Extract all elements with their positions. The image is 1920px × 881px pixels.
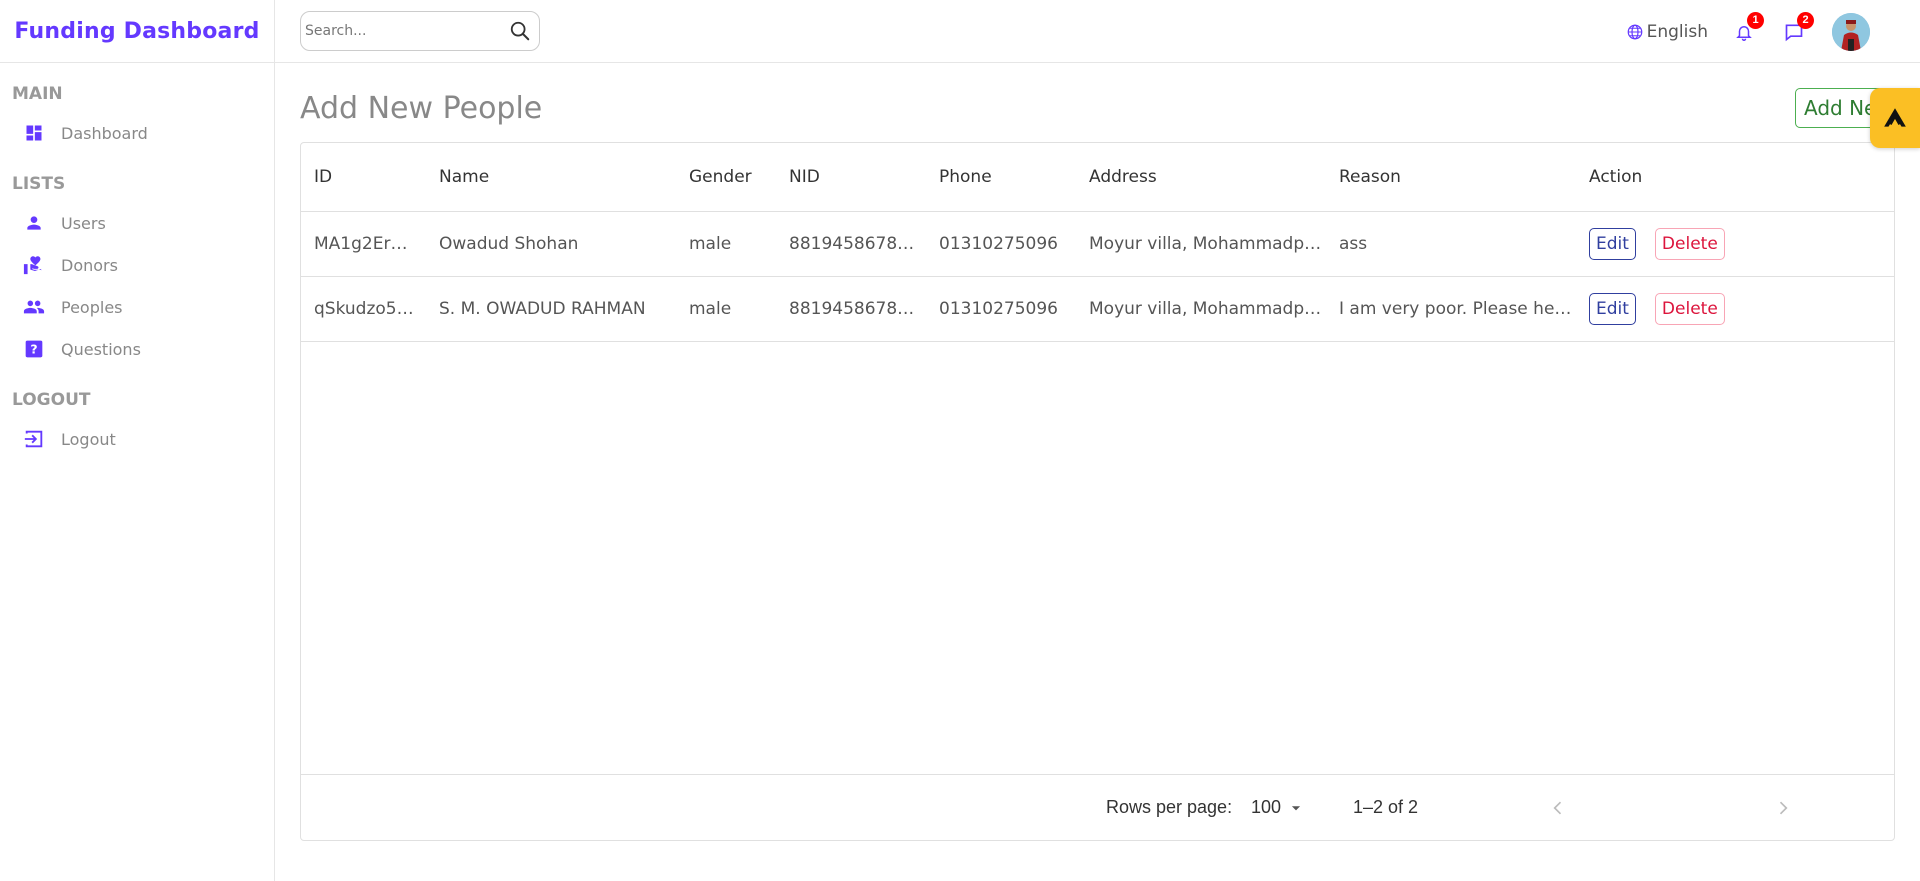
- logo-area: Funding Dashboard: [0, 0, 274, 63]
- search-input[interactable]: [305, 23, 507, 39]
- column-header-gender[interactable]: Gender: [676, 167, 776, 187]
- avatar[interactable]: [1832, 12, 1870, 51]
- page-title: Add New People: [300, 91, 543, 126]
- floating-assistant-tab[interactable]: [1870, 88, 1920, 148]
- cell-id: qSkudzo5…: [314, 299, 414, 319]
- cell-address: Moyur villa, Mohammadp…: [1089, 299, 1322, 319]
- app-root: Funding Dashboard MAIN Dashboard LISTS U…: [0, 0, 1920, 881]
- notifications-badge: 1: [1747, 11, 1764, 29]
- section-title-lists: LISTS: [12, 174, 66, 194]
- svg-text:?: ?: [30, 342, 37, 357]
- assistant-logo-icon: [1884, 108, 1906, 127]
- sidebar: Funding Dashboard MAIN Dashboard LISTS U…: [0, 0, 275, 881]
- sidebar-item-questions[interactable]: ? Questions: [0, 332, 274, 366]
- topbar-actions: English 1 2: [1626, 0, 1920, 63]
- cell-action: Edit Delete: [1576, 228, 1876, 260]
- section-title-main: MAIN: [12, 84, 63, 104]
- sidebar-item-label: Dashboard: [61, 123, 148, 143]
- sidebar-item-peoples[interactable]: Peoples: [0, 290, 274, 324]
- column-header-nid[interactable]: NID: [776, 167, 926, 187]
- column-header-id[interactable]: ID: [301, 167, 426, 187]
- search-icon[interactable]: [507, 18, 533, 44]
- caret-down-icon: [1289, 801, 1303, 815]
- people-table: ID Name Gender NID Phone Address Reason …: [300, 142, 1895, 841]
- cell-phone: 01310275096: [939, 299, 1058, 319]
- section-title-logout: LOGOUT: [12, 390, 91, 410]
- table-header: ID Name Gender NID Phone Address Reason …: [301, 143, 1894, 212]
- rows-per-page-select[interactable]: 100: [1251, 797, 1303, 818]
- question-box-icon: ?: [22, 337, 46, 361]
- logout-icon: [22, 427, 46, 451]
- sidebar-item-users[interactable]: Users: [0, 206, 274, 240]
- column-header-address[interactable]: Address: [1076, 167, 1326, 187]
- edit-button[interactable]: Edit: [1589, 228, 1636, 260]
- messages-button[interactable]: 2: [1782, 11, 1814, 44]
- chevron-right-icon: [1779, 801, 1788, 814]
- cell-name: S. M. OWADUD RAHMAN: [439, 299, 646, 319]
- cell-gender: male: [689, 299, 732, 319]
- sidebar-item-label: Peoples: [61, 297, 123, 317]
- topbar: English 1 2: [275, 0, 1920, 63]
- edit-button[interactable]: Edit: [1589, 293, 1636, 325]
- delete-button[interactable]: Delete: [1654, 228, 1725, 260]
- column-header-reason[interactable]: Reason: [1326, 167, 1576, 187]
- column-header-name[interactable]: Name: [426, 167, 676, 187]
- sidebar-item-label: Logout: [61, 429, 116, 449]
- language-selector[interactable]: English: [1626, 22, 1708, 42]
- cell-nid: 8819458678…: [789, 299, 915, 319]
- volunteer-hand-heart-icon: [22, 253, 46, 277]
- cell-phone: 01310275096: [939, 234, 1058, 254]
- cell-name: Owadud Shohan: [439, 234, 579, 254]
- cell-address: Moyur villa, Mohammadp…: [1089, 234, 1322, 254]
- column-header-action[interactable]: Action: [1576, 167, 1876, 187]
- cell-action: Edit Delete: [1576, 293, 1876, 325]
- notifications-button[interactable]: 1: [1732, 11, 1764, 44]
- rows-per-page-label: Rows per page:: [1106, 797, 1233, 817]
- cell-nid: 8819458678…: [789, 234, 915, 254]
- main-content: Add New People Add New ID Name Gender NI…: [300, 63, 1895, 881]
- table-row[interactable]: qSkudzo5… S. M. OWADUD RAHMAN male 88194…: [301, 277, 1894, 342]
- sidebar-item-dashboard[interactable]: Dashboard: [0, 116, 274, 150]
- sidebar-item-logout[interactable]: Logout: [0, 422, 274, 456]
- chevron-left-icon: [1553, 801, 1562, 814]
- messages-badge: 2: [1797, 11, 1814, 29]
- language-label: English: [1646, 21, 1708, 42]
- person-icon: [22, 211, 46, 235]
- table-footer: Rows per page: 100 1–2 of 2: [301, 774, 1894, 840]
- delete-button[interactable]: Delete: [1654, 293, 1725, 325]
- next-page-button[interactable]: [1771, 796, 1795, 820]
- sidebar-item-donors[interactable]: Donors: [0, 248, 274, 282]
- table-row[interactable]: MA1g2Er… Owadud Shohan male 8819458678… …: [301, 212, 1894, 277]
- rows-per-page-value: 100: [1251, 797, 1282, 817]
- cell-id: MA1g2Er…: [314, 234, 408, 254]
- app-logo[interactable]: Funding Dashboard: [14, 19, 259, 44]
- sidebar-item-label: Questions: [61, 339, 141, 359]
- column-header-phone[interactable]: Phone: [926, 167, 1076, 187]
- pagination-range: 1–2 of 2: [1353, 797, 1419, 817]
- cell-gender: male: [689, 234, 732, 254]
- previous-page-button[interactable]: [1546, 796, 1570, 820]
- search-box: [300, 11, 540, 51]
- sidebar-item-label: Donors: [61, 255, 118, 275]
- people-icon: [22, 295, 46, 319]
- globe-icon: [1626, 23, 1644, 41]
- dashboard-icon: [22, 121, 46, 145]
- sidebar-item-label: Users: [61, 213, 106, 233]
- cell-reason: I am very poor. Please hel…: [1339, 299, 1576, 319]
- cell-reason: ass: [1339, 234, 1368, 254]
